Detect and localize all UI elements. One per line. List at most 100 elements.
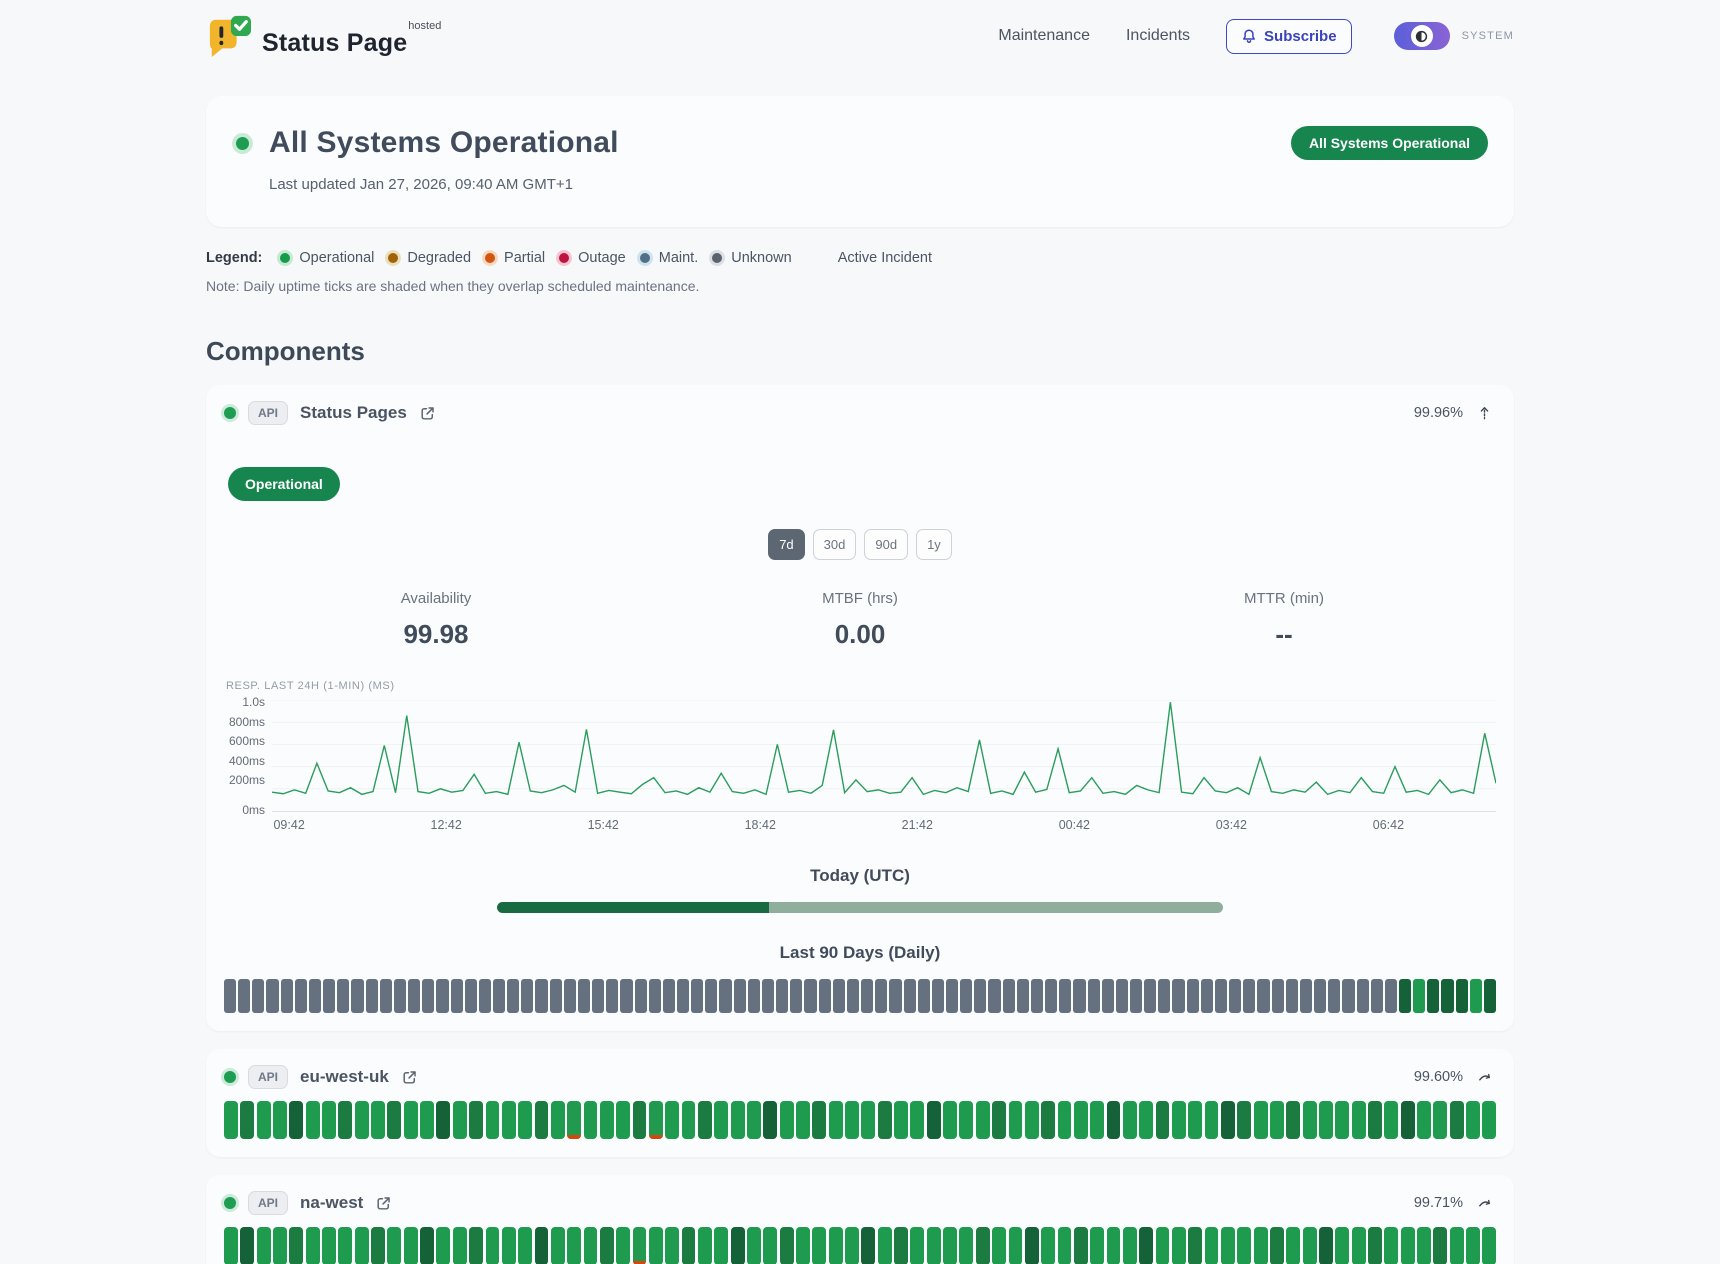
uptime-tick[interactable] — [387, 1227, 401, 1264]
uptime-tick[interactable] — [451, 979, 463, 1013]
uptime-tick[interactable] — [959, 1227, 973, 1264]
uptime-tick[interactable] — [796, 1101, 810, 1139]
uptime-tick[interactable] — [1017, 979, 1029, 1013]
uptime-tick[interactable] — [889, 979, 901, 1013]
uptime-tick[interactable] — [1385, 979, 1397, 1013]
uptime-tick[interactable] — [584, 1227, 598, 1264]
uptime-tick[interactable] — [578, 979, 590, 1013]
uptime-tick[interactable] — [1059, 979, 1071, 1013]
uptime-tick[interactable] — [479, 979, 491, 1013]
uptime-tick[interactable] — [1257, 979, 1269, 1013]
uptime-tick[interactable] — [1456, 979, 1468, 1013]
uptime-tick[interactable] — [289, 1101, 303, 1139]
uptime-tick[interactable] — [1441, 979, 1453, 1013]
uptime-tick[interactable] — [833, 979, 845, 1013]
uptime-tick[interactable] — [665, 1101, 679, 1139]
uptime-tick[interactable] — [1041, 1101, 1055, 1139]
uptime-tick[interactable] — [1384, 1101, 1398, 1139]
uptime-tick[interactable] — [861, 979, 873, 1013]
uptime-tick[interactable] — [465, 979, 477, 1013]
uptime-tick[interactable] — [1090, 1227, 1104, 1264]
uptime-tick[interactable] — [1041, 1227, 1055, 1264]
uptime-tick[interactable] — [1090, 1101, 1104, 1139]
uptime-tick[interactable] — [878, 1227, 892, 1264]
uptime-tick[interactable] — [322, 1227, 336, 1264]
uptime-tick[interactable] — [682, 1101, 696, 1139]
uptime-tick[interactable] — [960, 979, 972, 1013]
external-link-icon[interactable] — [375, 1195, 392, 1212]
uptime-tick[interactable] — [469, 1227, 483, 1264]
uptime-tick[interactable] — [878, 1101, 892, 1139]
uptime-tick[interactable] — [875, 979, 887, 1013]
uptime-tick[interactable] — [420, 1227, 434, 1264]
uptime-tick[interactable] — [1172, 979, 1184, 1013]
uptime-tick[interactable] — [976, 1101, 990, 1139]
uptime-tick[interactable] — [1156, 1101, 1170, 1139]
uptime-tick[interactable] — [1328, 979, 1340, 1013]
uptime-tick[interactable] — [1352, 1227, 1366, 1264]
uptime-tick[interactable] — [1031, 979, 1043, 1013]
uptime-tick[interactable] — [943, 1101, 957, 1139]
uptime-tick[interactable] — [224, 1227, 238, 1264]
uptime-tick[interactable] — [518, 1101, 532, 1139]
uptime-tick[interactable] — [861, 1227, 875, 1264]
uptime-tick[interactable] — [698, 1101, 712, 1139]
uptime-tick[interactable] — [1300, 979, 1312, 1013]
uptime-tick[interactable] — [1237, 1227, 1251, 1264]
uptime-tick[interactable] — [705, 979, 717, 1013]
uptime-tick[interactable] — [1484, 979, 1496, 1013]
uptime-tick[interactable] — [682, 1227, 696, 1264]
uptime-tick[interactable] — [600, 1101, 614, 1139]
uptime-tick[interactable] — [453, 1101, 467, 1139]
uptime-tick[interactable] — [829, 1227, 843, 1264]
uptime-tick[interactable] — [238, 979, 250, 1013]
uptime-tick[interactable] — [387, 1101, 401, 1139]
uptime-tick[interactable] — [927, 1227, 941, 1264]
uptime-tick[interactable] — [606, 979, 618, 1013]
uptime-tick[interactable] — [584, 1101, 598, 1139]
uptime-tick[interactable] — [731, 1227, 745, 1264]
uptime-tick[interactable] — [338, 1101, 352, 1139]
uptime-tick[interactable] — [567, 1227, 581, 1264]
uptime-tick[interactable] — [959, 1101, 973, 1139]
uptime-tick[interactable] — [240, 1227, 254, 1264]
uptime-tick[interactable] — [1371, 979, 1383, 1013]
uptime-tick[interactable] — [266, 979, 278, 1013]
uptime-tick[interactable] — [1123, 1227, 1137, 1264]
nav-link-incidents[interactable]: Incidents — [1126, 27, 1190, 45]
uptime-tick[interactable] — [1270, 1101, 1284, 1139]
uptime-tick[interactable] — [1074, 1227, 1088, 1264]
uptime-tick[interactable] — [812, 1227, 826, 1264]
uptime-tick[interactable] — [988, 979, 1000, 1013]
uptime-tick[interactable] — [804, 979, 816, 1013]
uptime-tick[interactable] — [698, 1227, 712, 1264]
uptime-tick[interactable] — [273, 1101, 287, 1139]
expand-arrow-icon[interactable] — [1477, 1070, 1492, 1084]
uptime-tick[interactable] — [355, 1227, 369, 1264]
range-button-7d[interactable]: 7d — [768, 529, 804, 560]
uptime-tick[interactable] — [1286, 1101, 1300, 1139]
uptime-tick[interactable] — [551, 1227, 565, 1264]
uptime-tick[interactable] — [408, 979, 420, 1013]
uptime-tick[interactable] — [564, 979, 576, 1013]
uptime-tick[interactable] — [1025, 1227, 1039, 1264]
uptime-tick[interactable] — [1303, 1101, 1317, 1139]
uptime-tick[interactable] — [1229, 979, 1241, 1013]
subscribe-button[interactable]: Subscribe — [1226, 19, 1352, 54]
uptime-tick[interactable] — [1088, 979, 1100, 1013]
uptime-tick[interactable] — [1335, 1101, 1349, 1139]
uptime-tick[interactable] — [748, 979, 760, 1013]
uptime-tick[interactable] — [295, 979, 307, 1013]
uptime-tick[interactable] — [1205, 1101, 1219, 1139]
uptime-tick[interactable] — [1073, 979, 1085, 1013]
uptime-tick[interactable] — [616, 1227, 630, 1264]
uptime-tick[interactable] — [1158, 979, 1170, 1013]
uptime-tick[interactable] — [1107, 1101, 1121, 1139]
uptime-tick[interactable] — [1368, 1101, 1382, 1139]
uptime-tick[interactable] — [404, 1101, 418, 1139]
uptime-tick[interactable] — [819, 979, 831, 1013]
uptime-tick[interactable] — [257, 1227, 271, 1264]
uptime-tick[interactable] — [1357, 979, 1369, 1013]
uptime-tick[interactable] — [1045, 979, 1057, 1013]
uptime-tick[interactable] — [976, 1227, 990, 1264]
